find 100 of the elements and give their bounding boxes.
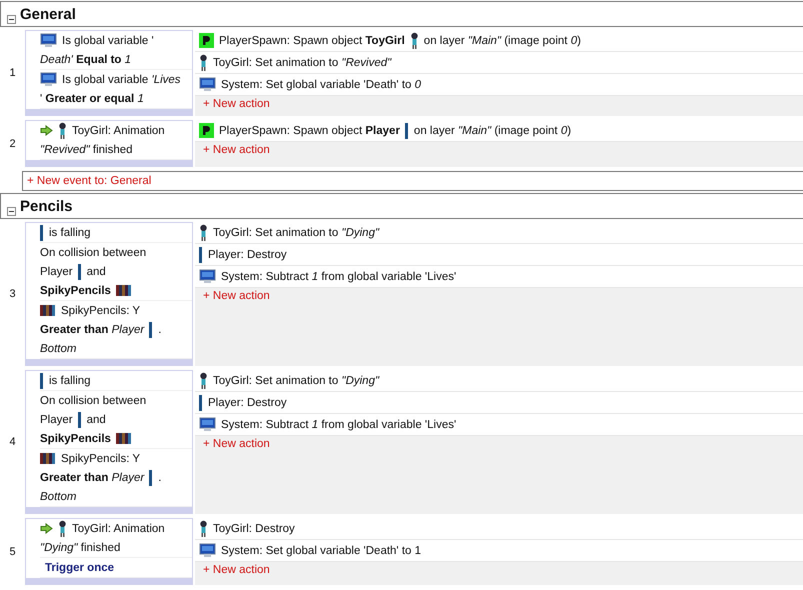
action-row[interactable]: System: Set global variable 'Death' to 1 [195,540,803,562]
event-text: Is global variable ' [62,34,154,46]
event-text: on layer "Main" (image point 0) [414,124,572,136]
new-action-link[interactable]: + New action [203,564,270,576]
event-text: and [86,266,106,278]
action-row[interactable]: System: Subtract 1 from global variable 'Lives' [195,414,803,436]
bar-sprite-icon [149,322,154,338]
group-title: Pencils [20,198,73,217]
event-text: System: Set global variable 'Death' to 1 [221,544,421,556]
collapse-icon[interactable] [7,207,16,216]
action-row[interactable]: Player: Destroy [195,392,803,414]
girl-sprite-icon [58,520,67,538]
event-text: PlayerSpawn: Spawn object ToyGirl [219,34,405,46]
spawn-p-icon [199,123,214,138]
action-row[interactable]: ToyGirl: Set animation to "Revived" [195,52,803,74]
bar-sprite-icon [199,246,203,262]
action-row[interactable]: System: Subtract 1 from global variable 'Lives' [195,266,803,288]
event-text: is falling [49,374,91,386]
event-text: System: Subtract 1 from global variable 'Lives' [221,418,456,430]
event-text: System: Set global variable 'Death' to 0 [221,78,422,90]
condition-block[interactable]: ToyGirl: Animation "Revived" finished [25,120,193,167]
event-text: Player [40,266,73,278]
action-row[interactable]: ToyGirl: Destroy [195,518,803,540]
event-text: Greater than Player [40,324,144,336]
girl-sprite-icon [199,372,208,390]
event-text: Is global variable 'Lives [62,74,181,86]
event-text: "Revived" finished [40,144,133,156]
event-text: Death' Equal to 1 [40,54,132,66]
bar-sprite-icon [404,122,409,138]
event-text: ToyGirl: Set animation to "Dying" [213,374,380,386]
group-title: General [20,6,76,25]
event-text: SpikyPencils [40,432,111,444]
condition-block[interactable]: Is global variable ' Death' Equal to 1 Is global variable 'Lives ' Greater or equal 1 [25,30,193,116]
new-action-link[interactable]: + New action [203,144,270,156]
event-text: ToyGirl: Destroy [213,522,295,534]
event-text: . [158,324,162,336]
event-text: Player [40,414,73,426]
event-text: "Dying" finished [40,542,120,554]
event-text: ToyGirl: Set animation to "Revived" [213,56,392,68]
monitor-icon [199,417,216,432]
event-text: Player: Destroy [208,248,287,260]
condition-block[interactable]: ToyGirl: Animation "Dying" finished Trigger once [25,518,193,585]
action-row[interactable]: ToyGirl: Set animation to "Dying" [195,222,803,244]
event-text: SpikyPencils: Y [61,304,140,316]
event-number: 2 [8,138,17,150]
bar-sprite-icon [78,264,82,280]
bar-sprite-icon [40,372,44,388]
event-text: On collision between [40,394,146,406]
bar-sprite-icon [199,394,203,410]
pencils-icon [40,453,56,464]
event-text: ToyGirl: Animation [72,522,165,534]
event-text: Bottom [40,342,76,354]
arrow-icon [40,523,53,534]
action-row[interactable]: ToyGirl: Set animation to "Dying" [195,370,803,392]
event-number: 4 [8,436,17,448]
event-text: on layer "Main" (image point 0) [424,34,581,46]
event-text: SpikyPencils: Y [61,452,140,464]
event-text: Greater than Player [40,472,144,484]
pencils-icon [116,433,132,444]
event-text: ToyGirl: Animation [72,124,165,136]
bar-sprite-icon [149,470,154,486]
collapse-icon[interactable] [7,15,16,24]
girl-sprite-icon [58,122,67,140]
new-action-link[interactable]: + New action [203,438,270,450]
monitor-icon [40,33,57,48]
event-text: SpikyPencils [40,284,111,296]
girl-sprite-icon [410,32,419,50]
event-text: ToyGirl: Set animation to "Dying" [213,226,380,238]
action-row[interactable]: PlayerSpawn: Spawn object Player on layer "Main" (image point 0) [195,120,803,142]
event-text: PlayerSpawn: Spawn object Player [219,124,400,136]
event-text: System: Subtract 1 from global variable 'Lives' [221,270,456,282]
event-number: 1 [8,67,17,79]
event-text: Trigger once [45,562,114,574]
spawn-p-icon [199,33,214,48]
action-row[interactable]: Player: Destroy [195,244,803,266]
event-text: ' Greater or equal 1 [40,92,144,104]
monitor-icon [199,269,216,284]
girl-sprite-icon [199,520,208,538]
new-action-link[interactable]: + New action [203,98,270,110]
event-text: and [86,414,106,426]
bar-sprite-icon [78,412,82,428]
action-row[interactable]: PlayerSpawn: Spawn object ToyGirl on layer "Main" (image point 0) [195,30,803,52]
girl-sprite-icon [199,54,208,72]
event-text: Bottom [40,490,76,502]
event-text: . [158,472,162,484]
new-action-link[interactable]: + New action [203,290,270,302]
group-header[interactable]: Pencils [0,193,803,219]
monitor-icon [199,543,216,558]
event-text: is falling [49,226,91,238]
event-number: 5 [8,546,17,558]
condition-block[interactable]: is falling On collision between Player and SpikyPencils SpikyPencils: Y Greater than Player . Bottom [25,370,193,514]
bar-sprite-icon [40,224,44,240]
girl-sprite-icon [199,224,208,242]
new-event-link[interactable]: + New event to: General [22,171,803,191]
monitor-icon [40,72,57,87]
condition-block[interactable]: is falling On collision between Player and SpikyPencils SpikyPencils: Y Greater than Player . Bottom [25,222,193,366]
action-row[interactable]: System: Set global variable 'Death' to 0 [195,74,803,96]
pencils-icon [116,285,132,296]
event-number: 3 [8,288,17,300]
group-header[interactable]: General [0,1,803,27]
